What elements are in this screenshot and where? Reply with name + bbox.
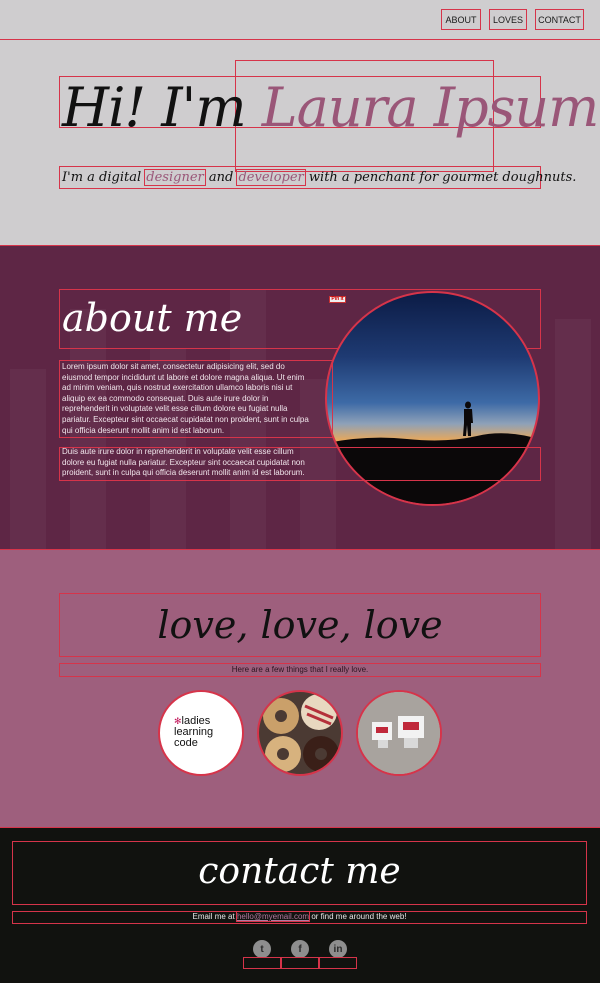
loves-subtitle: Here are a few things that I really love… — [231, 665, 369, 674]
hero-subtitle: I'm a digital designer and developer wit… — [62, 168, 576, 188]
about-paragraph-2: Duis aute irure dolor in reprehenderit i… — [62, 447, 305, 478]
contact-line-suffix: or find me around the web! — [311, 912, 407, 921]
nav-about-button[interactable]: ABOUT — [441, 9, 481, 30]
hero-sub-and: and — [208, 170, 234, 185]
twitter-link-outline — [243, 957, 281, 969]
contact-section: contact me Email me at hello@myemail.com… — [0, 828, 600, 983]
developer-link[interactable]: developer — [236, 169, 306, 186]
hero-name: Laura Ipsum — [261, 76, 600, 139]
robot-sticker-illustration — [358, 692, 440, 774]
ladies-learning-code-logo[interactable]: ✻ladies learning code — [158, 690, 244, 776]
email-link[interactable]: hello@myemail.com — [235, 911, 311, 922]
hero-sub-suffix: with a penchant for gourmet doughnuts. — [308, 170, 577, 185]
hero-title: Hi! I'm Laura Ipsum. — [62, 78, 600, 138]
hero-greeting: Hi! I'm — [62, 76, 247, 139]
facebook-link-outline — [281, 957, 319, 969]
loves-section: love, love, love Here are a few things t… — [0, 550, 600, 828]
hero-sub-prefix: I'm a digital — [62, 170, 142, 185]
twitter-icon[interactable]: t — [253, 940, 271, 958]
contact-title: contact me — [198, 851, 401, 892]
linkedin-link-outline — [319, 957, 357, 969]
top-navigation: ABOUT LOVES CONTACT — [0, 0, 600, 41]
pin-it-button[interactable]: Pin it — [329, 296, 346, 303]
street-art-image[interactable] — [356, 690, 442, 776]
llc-line-3: code — [174, 737, 198, 749]
contact-line-prefix: Email me at — [192, 912, 235, 921]
city-backdrop — [555, 319, 591, 549]
designer-link[interactable]: designer — [144, 169, 206, 186]
llc-mark-icon: ✻ — [174, 716, 182, 726]
loves-title: love, love, love — [157, 603, 443, 647]
about-paragraph-1: Lorem ipsum dolor sit amet, consectetur … — [62, 362, 309, 435]
linkedin-icon[interactable]: in — [329, 940, 347, 958]
llc-wordmark: ✻ladies learning code — [174, 716, 213, 749]
nav-loves-button[interactable]: LOVES — [489, 9, 527, 30]
nav-contact-button[interactable]: CONTACT — [535, 9, 584, 30]
hero-section: Hi! I'm Laura Ipsum. I'm a digital desig… — [0, 40, 600, 245]
city-backdrop — [10, 369, 46, 549]
doughnuts-image[interactable] — [257, 690, 343, 776]
contact-line: Email me at hello@myemail.com or find me… — [13, 911, 586, 923]
doughnuts-illustration — [263, 694, 339, 772]
about-section: about me Pin it Lorem ipsum dolor sit am… — [0, 245, 600, 550]
facebook-icon[interactable]: f — [291, 940, 309, 958]
about-title: about me — [62, 296, 243, 340]
